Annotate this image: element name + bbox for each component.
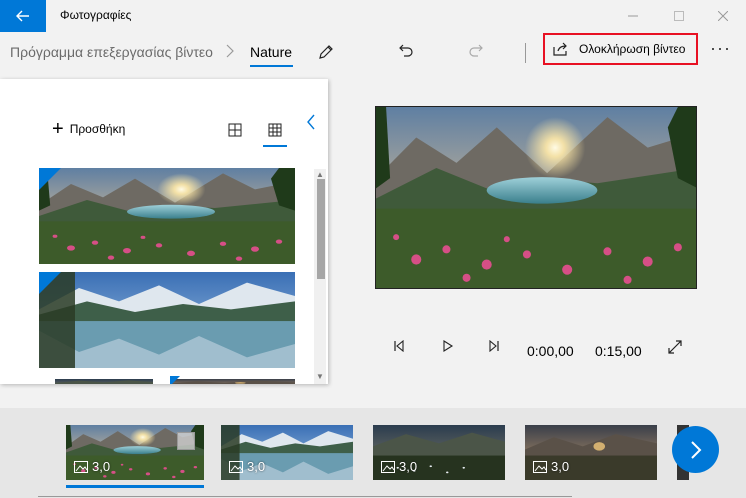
thumbnail-image: [170, 379, 295, 384]
preview-frame-image: [376, 107, 697, 289]
clip-duration: 3,0: [533, 459, 569, 474]
breadcrumb-current: Nature: [250, 44, 293, 60]
maximize-icon: [674, 11, 684, 21]
image-icon: [533, 460, 547, 473]
video-preview[interactable]: [375, 106, 697, 289]
clip-checkbox-icon[interactable]: [177, 432, 195, 450]
plus-icon: +: [52, 118, 64, 140]
breadcrumb-underline: [250, 65, 293, 67]
storyboard-clip[interactable]: 3,0: [66, 425, 204, 480]
redo-icon: [469, 44, 483, 57]
image-icon: [74, 460, 88, 473]
breadcrumb-parent[interactable]: Πρόγραμμα επεξεργασίας βίντεο: [10, 44, 213, 60]
storyboard-scroll-track: [38, 496, 572, 497]
redo-button[interactable]: [466, 41, 486, 61]
image-icon: [229, 460, 243, 473]
fullscreen-button[interactable]: [668, 340, 682, 354]
thumbnail-image: [39, 272, 295, 368]
view-selected-indicator: [263, 145, 287, 147]
small-grid-view-icon[interactable]: [267, 122, 283, 138]
expand-icon: [668, 340, 682, 354]
back-arrow-icon: [16, 10, 29, 22]
breadcrumb-chevron-icon: [226, 44, 234, 61]
large-grid-view-icon[interactable]: [227, 122, 243, 138]
clip-duration: 3,0: [229, 459, 265, 474]
clip-duration: 3,0: [381, 459, 417, 474]
storyboard-clip[interactable]: 3,0: [373, 425, 505, 480]
close-icon: [718, 11, 728, 21]
undo-button[interactable]: [396, 41, 416, 61]
used-in-project-marker: [39, 272, 61, 294]
scroll-down-icon[interactable]: ▼: [316, 372, 324, 381]
share-icon: [553, 42, 567, 56]
library-item-mountain-lake[interactable]: [39, 272, 295, 368]
storyboard: 3,0 3,0 3,0 3,0: [0, 408, 746, 498]
collapse-panel-chevron-icon[interactable]: [305, 113, 317, 131]
finish-video-button[interactable]: Ολοκλήρωση βίντεο: [543, 33, 698, 65]
maximize-button[interactable]: [656, 0, 702, 32]
step-back-icon: [394, 340, 404, 352]
step-forward-icon: [489, 340, 499, 352]
library-item-dusk[interactable]: [170, 376, 295, 384]
app-title: Φωτογραφίες: [60, 8, 132, 22]
chevron-right-icon: [690, 440, 701, 459]
add-media-button[interactable]: + Προσθήκη: [52, 118, 126, 140]
minimize-button[interactable]: [610, 0, 656, 32]
undo-icon: [399, 44, 413, 57]
title-bar: Φωτογραφίες: [0, 0, 746, 32]
rename-button[interactable]: [316, 42, 336, 62]
used-in-project-marker: [39, 168, 61, 190]
selected-clip-indicator: [66, 485, 204, 488]
play-button[interactable]: [442, 340, 454, 352]
toolbar-divider: [525, 43, 526, 63]
used-in-project-marker: [170, 376, 180, 384]
storyboard-clip[interactable]: 3,0: [525, 425, 657, 480]
clip-duration: 3,0: [74, 459, 110, 474]
image-icon: [381, 460, 395, 473]
scroll-up-icon[interactable]: ▲: [316, 170, 324, 179]
next-frame-button[interactable]: [488, 340, 500, 352]
total-time: 0:15,00: [595, 343, 642, 359]
thumbnail-image: [39, 168, 295, 264]
project-library-panel: + Προσθήκη ▲ ▼: [0, 79, 328, 384]
play-icon: [443, 340, 454, 352]
minimize-icon: [628, 15, 638, 17]
more-options-button[interactable]: ···: [710, 38, 731, 59]
library-item-forest[interactable]: [55, 376, 153, 384]
pencil-icon: [319, 45, 333, 59]
back-button[interactable]: [0, 0, 46, 32]
library-item-sunset-lake[interactable]: [39, 168, 295, 264]
storyboard-clip[interactable]: 3,0: [221, 425, 353, 480]
previous-frame-button[interactable]: [393, 340, 405, 352]
storyboard-next-button[interactable]: [672, 426, 719, 473]
current-time: 0:00,00: [527, 343, 574, 359]
finish-video-label: Ολοκλήρωση βίντεο: [579, 42, 686, 56]
add-media-label: Προσθήκη: [69, 122, 126, 136]
close-button[interactable]: [700, 0, 746, 32]
scrollbar-thumb[interactable]: [317, 179, 325, 279]
thumbnail-image: [55, 379, 153, 384]
